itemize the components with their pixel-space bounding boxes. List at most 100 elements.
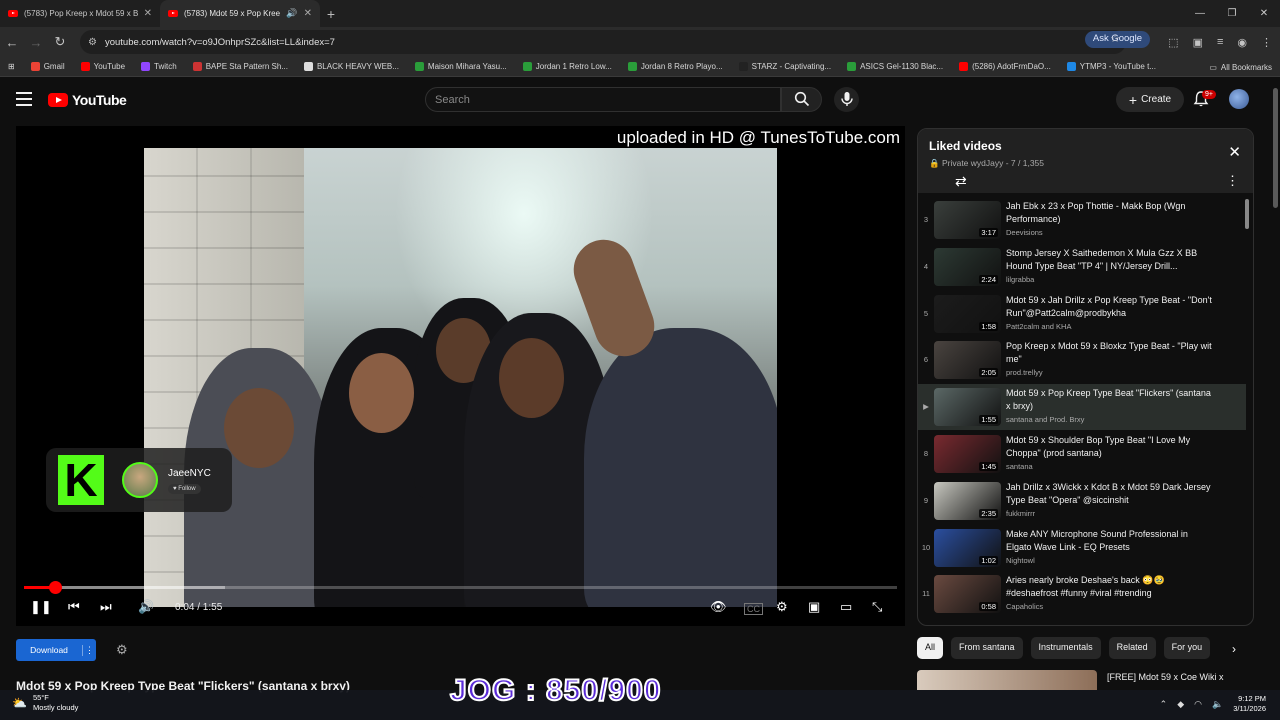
extensions-icon[interactable]: ⬚	[1168, 36, 1178, 49]
captions-icon[interactable]: CC	[744, 603, 763, 615]
playlist-item-thumbnail[interactable]: 1:55	[934, 388, 1001, 427]
progress-scrubber[interactable]	[48, 581, 62, 594]
chip[interactable]: Related	[1108, 637, 1156, 659]
playlist-item[interactable]: 4 2:24 Stomp Jersey X Saithedemon X Mula G…	[918, 244, 1246, 290]
playlist-scrollbar[interactable]	[1245, 199, 1249, 229]
playlist-item-thumbnail[interactable]: 2:05	[934, 341, 1001, 380]
chevron-right-icon[interactable]: ›	[1232, 642, 1236, 656]
close-tab-icon[interactable]: ✕	[144, 8, 152, 19]
playlist-item-title[interactable]: Jah Ebk x 23 x Pop Thottie - Makk Bop (W…	[1006, 200, 1212, 226]
chip[interactable]: All	[917, 637, 944, 659]
eye-icon[interactable]: 👁	[710, 599, 727, 615]
bookmark[interactable]: YTMP3 - YouTube t...	[1059, 62, 1164, 71]
chip[interactable]: For you	[1163, 637, 1211, 659]
back-icon[interactable]: ←	[0, 35, 24, 50]
volume-tray-icon[interactable]: 🔈	[1212, 699, 1223, 710]
previous-icon[interactable]: ⏮	[68, 599, 80, 615]
clock[interactable]: 9:12 PM 3/11/2026	[1233, 694, 1266, 714]
playlist-item[interactable]: 3 3:17 Jah Ebk x 23 x Pop Thottie - Makk B…	[918, 197, 1246, 243]
bookmark[interactable]: YouTube	[73, 62, 133, 71]
playlist-item[interactable]: 6 2:05 Pop Kreep x Mdot 59 x Bloxkz Type B…	[918, 337, 1246, 383]
playlist-item[interactable]: 10 1:02 Make ANY Microphone Sound Professi…	[918, 525, 1246, 571]
settings-icon[interactable]: ⚙	[776, 599, 788, 615]
downloader-settings-icon[interactable]: ⚙	[116, 642, 128, 658]
bookmark[interactable]: Twitch	[133, 62, 185, 71]
create-button[interactable]: + Create	[1116, 87, 1184, 112]
bookmark[interactable]: STARZ - Captivating...	[731, 62, 839, 71]
cast-icon[interactable]: ▭	[840, 599, 852, 615]
playlist-item[interactable]: 9 2:35 Jah Drillz x 3Wickk x Kdot B x Mdot…	[918, 478, 1246, 524]
video-frame[interactable]	[144, 148, 777, 607]
close-playlist-icon[interactable]: ✕	[1228, 143, 1241, 161]
chevron-up-icon[interactable]: ⌃	[1160, 699, 1168, 710]
page-scrollbar[interactable]	[1270, 78, 1280, 690]
playlist-item[interactable]: 8 1:45 Mdot 59 x Shoulder Bop Type Beat "I…	[918, 431, 1246, 477]
playlist-item-thumbnail[interactable]: 2:35	[934, 481, 1001, 520]
chip[interactable]: From santana	[951, 637, 1023, 659]
close-tab-icon[interactable]: ✕	[304, 8, 312, 19]
playlist-item-title[interactable]: Aries nearly broke Deshae's back 😳🥹 #des…	[1006, 574, 1212, 600]
playlist-item-thumbnail[interactable]: 1:45	[934, 435, 1001, 473]
site-info-icon[interactable]: ⚙	[88, 37, 97, 48]
shuffle-icon[interactable]: ⇄	[955, 173, 967, 190]
page-scrollbar-thumb[interactable]	[1273, 88, 1278, 208]
minimize-icon[interactable]: —	[1184, 0, 1216, 27]
media-icon[interactable]: ≡	[1217, 36, 1223, 48]
fullscreen-icon[interactable]: ⤡	[872, 599, 882, 615]
url-text[interactable]: youtube.com/watch?v=o9JOnhprSZc&list=LL&…	[105, 37, 335, 48]
account-avatar[interactable]	[1229, 89, 1249, 109]
playlist-item-thumbnail[interactable]: 1:58	[934, 294, 1001, 333]
bookmark[interactable]: Gmail	[23, 62, 73, 71]
playlist-title[interactable]: Liked videos	[929, 139, 1002, 153]
bookmark[interactable]: BLACK HEAVY WEB...	[296, 62, 407, 71]
chrome-menu-icon[interactable]: ⋮	[1261, 36, 1272, 49]
miniplayer-icon[interactable]: ▣	[808, 599, 820, 615]
progress-bar[interactable]	[24, 581, 897, 594]
all-bookmarks[interactable]: ▭ All Bookmarks	[1209, 57, 1272, 77]
search-input[interactable]: Search	[425, 87, 781, 112]
playlist-item-title[interactable]: Stomp Jersey X Saithedemon X Mula Gzz X …	[1006, 247, 1212, 273]
bookmark[interactable]: BAPE Sta Pattern Sh...	[185, 62, 296, 71]
download-button[interactable]: Download ⋮	[16, 639, 96, 661]
more-options-icon[interactable]: ⋮	[82, 644, 96, 656]
weather-widget[interactable]: ⛅ 55°F Mostly cloudy	[12, 693, 78, 713]
sidepanel-icon[interactable]: ▣	[1193, 36, 1203, 49]
playlist-item-thumbnail[interactable]: 3:17	[934, 201, 1001, 239]
restore-icon[interactable]: ❐	[1216, 0, 1248, 27]
bookmark[interactable]: (5286) AdotFrmDaO...	[951, 62, 1059, 71]
bookmark-star-icon[interactable]: ☆	[1110, 32, 1120, 45]
apps-icon[interactable]: ⊞	[0, 62, 23, 71]
playlist-menu-icon[interactable]: ⋮	[1226, 173, 1239, 189]
forward-icon[interactable]: →	[24, 35, 48, 50]
playlist-item-title[interactable]: Jah Drillz x 3Wickk x Kdot B x Mdot 59 D…	[1006, 481, 1212, 507]
playlist-item-title[interactable]: Mdot 59 x Pop Kreep Type Beat "Flickers"…	[1006, 387, 1212, 413]
playlist-item-title[interactable]: Pop Kreep x Mdot 59 x Bloxkz Type Beat -…	[1006, 340, 1212, 366]
playlist-item-title[interactable]: Mdot 59 x Shoulder Bop Type Beat "I Love…	[1006, 434, 1212, 460]
playlist-item[interactable]: 5 1:58 Mdot 59 x Jah Drillz x Pop Kreep Ty…	[918, 291, 1246, 337]
playlist-item[interactable]: ▶ 1:55 Mdot 59 x Pop Kreep Type Beat "Flic…	[918, 384, 1246, 431]
browser-tab[interactable]: (5783) Pop Kreep x Mdot 59 x Bl ✕	[0, 0, 160, 27]
network-icon[interactable]: ◆	[1177, 699, 1184, 710]
bookmark[interactable]: Jordan 1 Retro Low...	[515, 62, 620, 71]
playlist-item-thumbnail[interactable]: 2:24	[934, 247, 1001, 286]
speaker-icon[interactable]: 🔊	[286, 8, 297, 19]
menu-icon[interactable]	[16, 92, 32, 106]
wifi-icon[interactable]: ◠	[1194, 699, 1202, 710]
omnibox[interactable]: ⚙ youtube.com/watch?v=o9JOnhprSZc&list=L…	[80, 30, 1126, 54]
pause-icon[interactable]: ❚❚	[30, 599, 52, 615]
recommendation-thumbnail[interactable]	[917, 670, 1097, 690]
video-player[interactable]: uploaded in HD @ TunesToTube.com K JaeeN…	[16, 126, 905, 626]
playlist-item-title[interactable]: Mdot 59 x Jah Drillz x Pop Kreep Type Be…	[1006, 294, 1212, 320]
browser-tab-active[interactable]: (5783) Mdot 59 x Pop Kreep 🔊 ✕	[160, 0, 320, 27]
playlist-item[interactable]: 11 0:58 Aries nearly broke Deshae's back 😳…	[918, 571, 1246, 617]
profile-icon[interactable]: ◉	[1237, 36, 1247, 49]
close-window-icon[interactable]: ✕	[1248, 0, 1280, 27]
youtube-logo[interactable]: YouTube	[48, 92, 127, 108]
next-icon[interactable]: ⏭	[100, 599, 112, 615]
playlist-item-thumbnail[interactable]: 1:02	[934, 528, 1001, 567]
bookmark[interactable]: Maison Mihara Yasu...	[407, 62, 515, 71]
voice-search-button[interactable]	[834, 87, 859, 112]
search-button[interactable]	[781, 87, 822, 112]
new-tab-button[interactable]: +	[320, 6, 342, 22]
bookmark[interactable]: Jordan 8 Retro Playo...	[620, 62, 731, 71]
